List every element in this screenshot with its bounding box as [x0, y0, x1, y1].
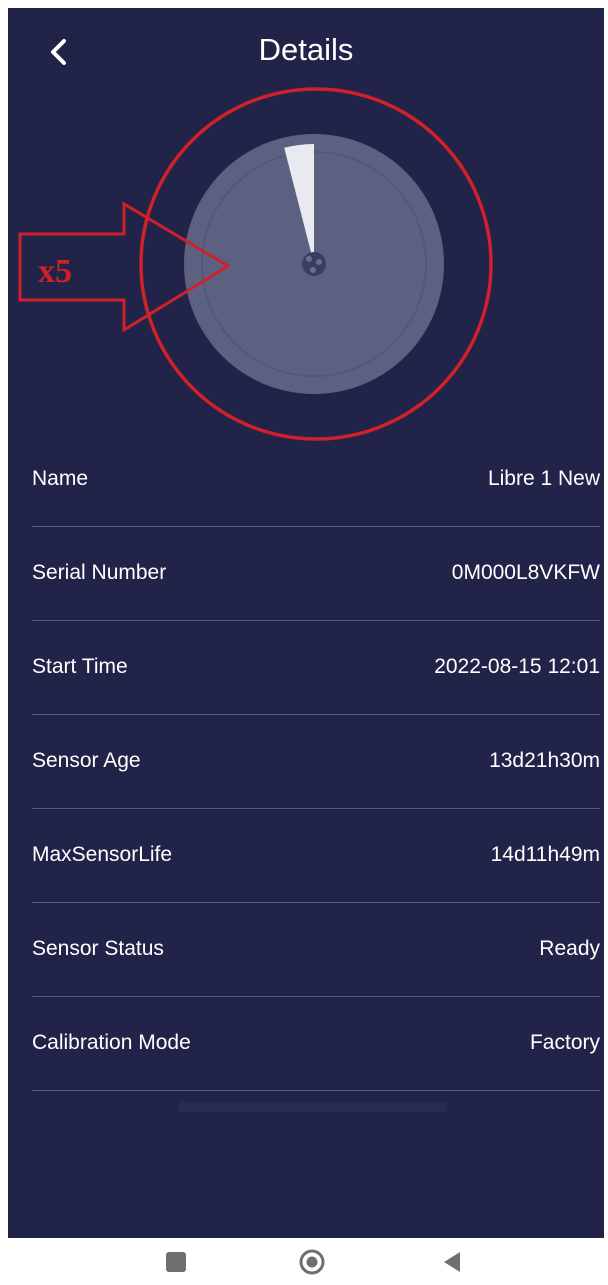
detail-row-start-time: Start Time 2022-08-15 12:01	[32, 621, 600, 715]
detail-label: Name	[32, 467, 89, 490]
detail-label: Calibration Mode	[32, 1031, 191, 1054]
nav-back-button[interactable]	[432, 1244, 472, 1280]
detail-row-name: Name Libre 1 New	[32, 433, 600, 527]
detail-label: Sensor Status	[32, 937, 164, 960]
nav-recents-button[interactable]	[155, 1244, 195, 1280]
detail-value: Libre 1 New	[487, 467, 600, 490]
app-header: Details	[8, 8, 604, 92]
detail-row-sensor-status: Sensor Status Ready	[32, 903, 600, 997]
sensor-hub-dot	[316, 259, 322, 265]
nav-home-button[interactable]	[292, 1244, 332, 1280]
detail-row-sensor-age: Sensor Age 13d21h30m	[32, 715, 600, 809]
detail-label: Sensor Age	[32, 749, 141, 772]
circle-icon	[299, 1249, 325, 1275]
detail-value: Factory	[529, 1031, 600, 1054]
square-icon	[166, 1252, 186, 1272]
detail-value: 0M000L8VKFW	[451, 561, 600, 584]
details-list: Name Libre 1 New Serial Number 0M000L8VK…	[32, 433, 600, 1091]
detail-value: Ready	[539, 937, 600, 960]
detail-row-max-sensor-life: MaxSensorLife 14d11h49m	[32, 809, 600, 903]
detail-value: 14d11h49m	[490, 843, 600, 866]
sensor-hub-dot	[310, 267, 316, 273]
detail-row-serial-number: Serial Number 0M000L8VKFW	[32, 527, 600, 621]
annotation-label: x5	[38, 253, 72, 290]
sensor-hub-dot	[306, 256, 312, 262]
triangle-left-icon	[444, 1252, 460, 1272]
page-title: Details	[258, 32, 354, 67]
list-bottom-shadow	[178, 1102, 448, 1112]
detail-value: 13d21h30m	[489, 749, 600, 772]
detail-row-calibration-mode: Calibration Mode Factory	[32, 997, 600, 1091]
details-screen: x5 Details Name Libre 1 New Serial Numbe…	[8, 8, 604, 1238]
detail-label: Start Time	[32, 655, 128, 678]
detail-label: Serial Number	[32, 561, 167, 584]
detail-label: MaxSensorLife	[32, 843, 173, 866]
detail-value: 2022-08-15 12:01	[434, 655, 600, 678]
system-nav-bar	[0, 1238, 608, 1285]
